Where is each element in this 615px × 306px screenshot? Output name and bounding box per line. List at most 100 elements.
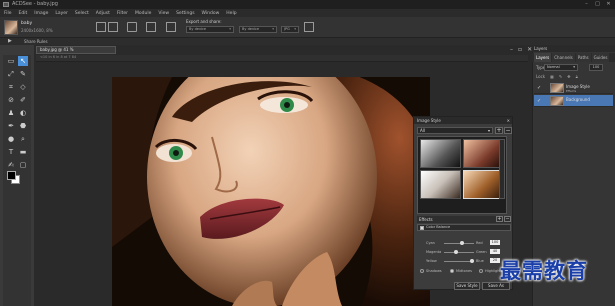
menu-file[interactable]: File (4, 11, 12, 16)
rect-tool-icon[interactable]: ▢ (18, 160, 28, 170)
tab-paths[interactable]: Paths (575, 53, 591, 62)
document-controls: – ▫ ✕ (510, 46, 532, 53)
dodge-tool-icon[interactable]: ● (6, 134, 16, 144)
close-icon[interactable]: ✕ (605, 1, 612, 7)
visibility-check-icon[interactable]: ✓ (537, 98, 541, 104)
move-tool-icon[interactable]: ↖ (18, 56, 28, 66)
style-swatch-light[interactable] (420, 170, 461, 199)
bucket-tool-icon[interactable]: ⬣ (18, 121, 28, 131)
effect-checkbox[interactable] (420, 226, 424, 230)
stamp-tool-icon[interactable]: ♟ (6, 108, 16, 118)
lock-all-icon[interactable]: 🔒︎ (576, 74, 578, 79)
new-doc-icon[interactable] (108, 22, 118, 32)
zoom-tool-icon[interactable]: ⌕ (18, 134, 28, 144)
marquee-tool-icon[interactable]: ▭ (6, 56, 16, 66)
layers-tabs: Layers Channels Paths Guides (532, 53, 615, 62)
remove-effect-button[interactable]: − (504, 216, 511, 222)
slider-magenta-value[interactable]: 40 (490, 249, 500, 254)
radio-shadows[interactable] (420, 269, 424, 273)
lock-move-icon[interactable]: ✥ (567, 74, 570, 79)
wand-tool-icon[interactable]: ✎ (18, 69, 28, 79)
slider-magenta-track[interactable] (444, 252, 474, 253)
image-style-title[interactable]: Image Style ✕ (414, 117, 512, 124)
lasso-tool-icon[interactable]: ⤢ (6, 69, 16, 79)
device-dropdown-2[interactable]: By device ▾ (239, 26, 277, 33)
doc-restore-icon[interactable]: ▫ (518, 46, 522, 53)
app-icon (3, 2, 9, 7)
print-icon[interactable] (146, 22, 156, 32)
save-icon[interactable] (166, 22, 176, 32)
style-swatch-selected[interactable] (463, 170, 504, 199)
doc-minimize-icon[interactable]: – (510, 46, 513, 53)
layer-row-style[interactable]: ✓ Image Style Effects (534, 82, 613, 94)
lock-label: Lock (536, 74, 546, 79)
eraser-tool-icon[interactable]: ◐ (18, 108, 28, 118)
right-pupil (284, 102, 290, 108)
style-swatch-bw[interactable] (420, 139, 461, 168)
maximize-icon[interactable]: □ (594, 1, 601, 7)
foreground-color-swatch[interactable] (7, 171, 16, 180)
menu-image[interactable]: Image (34, 11, 48, 16)
shape-tool-icon[interactable]: ▬ (18, 147, 28, 157)
menu-edit[interactable]: Edit (19, 11, 28, 16)
document-size: 2400x1600, 8% (21, 28, 53, 33)
export-label: Export and share: (186, 19, 222, 24)
visibility-check-icon[interactable]: ✓ (537, 85, 541, 91)
style-preset-dropdown[interactable]: All ▾ (417, 127, 493, 134)
slider-magenta-knob[interactable] (454, 250, 458, 254)
crop-tool-icon[interactable]: ⌗ (6, 82, 16, 92)
layer-sub: Effects (566, 89, 577, 93)
slider-yellow-knob[interactable] (470, 259, 474, 263)
style-swatch-warm[interactable] (463, 139, 504, 168)
radio-highlights[interactable] (479, 269, 483, 273)
tab-layers[interactable]: Layers (534, 53, 552, 62)
minimize-icon[interactable]: – (583, 1, 590, 7)
pen-tool-icon[interactable]: ✍ (6, 160, 16, 170)
add-effect-button[interactable]: + (496, 216, 503, 222)
share-rules-label: Share Rules (24, 39, 48, 44)
slider-cyan-label: Cyan (426, 241, 435, 245)
slider-cyan-knob[interactable] (460, 241, 464, 245)
tab-guides[interactable]: Guides (591, 53, 610, 62)
text-tool-icon[interactable]: T (6, 147, 16, 157)
menu-view[interactable]: View (158, 11, 169, 16)
menu-window[interactable]: Window (202, 11, 220, 16)
share-icon[interactable] (304, 22, 314, 32)
brush-tool-icon[interactable]: ✐ (18, 95, 28, 105)
layer-row-background[interactable]: ✓ Background (534, 95, 613, 107)
gradient-tool-icon[interactable]: ✒ (6, 121, 16, 131)
format-dropdown[interactable]: JPG ▾ (281, 26, 299, 33)
blend-mode-dropdown[interactable]: Normal ▾ (544, 64, 578, 71)
radio-midtones[interactable] (450, 269, 454, 273)
menu-adjust[interactable]: Adjust (96, 11, 110, 16)
slider-cyan-value[interactable]: 100 (490, 240, 500, 245)
effect-row[interactable]: Color Balance (417, 224, 511, 231)
menu-select[interactable]: Select (75, 11, 89, 16)
menu-settings[interactable]: Settings (176, 11, 194, 16)
save-style-button[interactable]: Save Style (454, 282, 480, 290)
menu-layer[interactable]: Layer (55, 11, 68, 16)
menu-filter[interactable]: Filter (117, 11, 128, 16)
slider-yellow-value[interactable]: 20 (490, 258, 500, 263)
title-bar: ACDSee - baby.jpg – □ ✕ (0, 0, 615, 9)
device-dropdown-1[interactable]: By device ▾ (186, 26, 234, 33)
document-tab[interactable]: baby.jpg @ 41 % (36, 46, 116, 54)
tab-channels[interactable]: Channels (552, 53, 575, 62)
radio-midtones-label: Midtones (456, 269, 472, 273)
add-style-button[interactable]: + (495, 127, 503, 134)
lock-transparency-icon[interactable]: ▦ (550, 74, 554, 79)
heal-tool-icon[interactable]: ⊘ (6, 95, 16, 105)
opacity-field[interactable]: 100 (589, 64, 603, 71)
play-icon[interactable]: ▶ (8, 38, 12, 44)
slider-cyan-track[interactable] (444, 243, 474, 244)
grid-scrollbar[interactable] (499, 139, 505, 199)
menu-help[interactable]: Help (226, 11, 236, 16)
lock-brush-icon[interactable]: ✎ (559, 74, 562, 79)
panel-close-icon[interactable]: ✕ (507, 117, 510, 124)
menu-module[interactable]: Module (135, 11, 151, 16)
dropper-tool-icon[interactable]: ◇ (18, 82, 28, 92)
remove-style-button[interactable]: − (504, 127, 512, 134)
separator-icon (96, 22, 106, 32)
display-icon[interactable] (127, 22, 137, 32)
photo-canvas[interactable] (112, 77, 430, 306)
